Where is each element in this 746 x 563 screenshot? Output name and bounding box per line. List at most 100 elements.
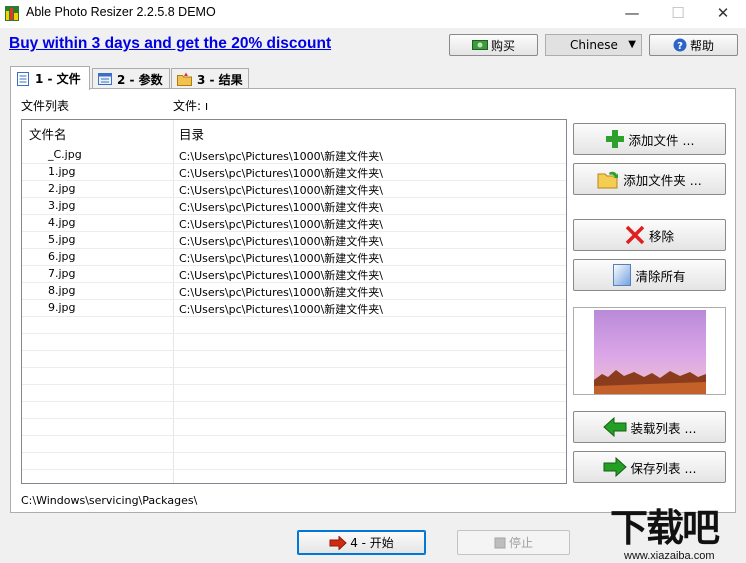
file-count-label: 文件: ı: [173, 99, 209, 113]
empty-list-row: [22, 470, 566, 483]
blank-page-icon: [613, 264, 632, 286]
directory-cell: C:\Users\pc\Pictures\1000\新建文件夹\: [179, 218, 384, 231]
watermark: 下载吧 www.xiazaiba.com: [610, 505, 746, 563]
help-icon: ?: [673, 38, 687, 52]
document-list-icon: [17, 71, 29, 86]
buy-button[interactable]: 购买: [449, 34, 538, 56]
clear-all-button[interactable]: 清除所有: [573, 259, 726, 291]
start-label: 4 - 开始: [350, 536, 394, 550]
empty-list-row: [22, 351, 566, 368]
file-name-cell: _C.jpg: [48, 148, 82, 161]
add-folder-label: 添加文件夹 ...: [623, 172, 702, 188]
list-item[interactable]: 6.jpg C:\Users\pc\Pictures\1000\新建文件夹\: [22, 249, 566, 266]
status-path: C:\Windows\servicing\Packages\: [21, 494, 198, 507]
list-item[interactable]: 9.jpg C:\Users\pc\Pictures\1000\新建文件夹\: [22, 300, 566, 317]
empty-list-row: [22, 334, 566, 351]
add-folder-button[interactable]: 添加文件夹 ...: [573, 163, 726, 195]
clear-all-label: 清除所有: [635, 268, 686, 284]
file-name-cell: 1.jpg: [48, 165, 76, 178]
list-item[interactable]: 2.jpg C:\Users\pc\Pictures\1000\新建文件夹\: [22, 181, 566, 198]
list-header: 文件名 目录: [22, 120, 566, 143]
directory-cell: C:\Users\pc\Pictures\1000\新建文件夹\: [179, 184, 384, 197]
tab-parameters-label: 2 - 参数: [117, 72, 163, 87]
empty-list-row: [22, 402, 566, 419]
file-list-label: 文件列表: [21, 99, 70, 113]
save-list-label: 保存列表 ...: [630, 460, 697, 476]
folder-add-icon: [597, 171, 619, 189]
empty-list-row: [22, 436, 566, 453]
window-title: Able Photo Resizer 2.2.5.8 DEMO: [26, 5, 216, 19]
start-button[interactable]: 4 - 开始: [297, 530, 426, 555]
close-button[interactable]: ✕: [700, 0, 746, 28]
remove-label: 移除: [648, 228, 674, 244]
file-list[interactable]: 文件名 目录 _C.jpg C:\Users\pc\Pictures\1000\新…: [21, 119, 567, 484]
tab-files[interactable]: 1 - 文件: [10, 66, 90, 90]
maximize-button[interactable]: ☐: [655, 0, 701, 28]
preview-thumbnail: [594, 310, 706, 394]
file-name-cell: 3.jpg: [48, 199, 76, 212]
empty-list-row: [22, 453, 566, 470]
arrow-right-icon: [329, 535, 347, 550]
column-header-filename[interactable]: 文件名: [29, 124, 67, 143]
language-value: Chinese: [570, 38, 618, 52]
plus-icon: [605, 130, 624, 148]
arrow-left-icon: [602, 417, 627, 437]
list-item[interactable]: 4.jpg C:\Users\pc\Pictures\1000\新建文件夹\: [22, 215, 566, 232]
directory-cell: C:\Users\pc\Pictures\1000\新建文件夹\: [179, 252, 384, 265]
directory-cell: C:\Users\pc\Pictures\1000\新建文件夹\: [179, 269, 384, 282]
image-preview: [573, 307, 726, 395]
remove-button[interactable]: 移除: [573, 219, 726, 251]
file-name-cell: 7.jpg: [48, 267, 76, 280]
empty-list-row: [22, 368, 566, 385]
stop-label: 停止: [508, 536, 533, 550]
empty-list-row: [22, 419, 566, 436]
empty-list-row: [22, 385, 566, 402]
discount-link[interactable]: Buy within 3 days and get the 20% discou…: [9, 35, 331, 53]
column-header-directory[interactable]: 目录: [179, 124, 204, 143]
list-item[interactable]: 5.jpg C:\Users\pc\Pictures\1000\新建文件夹\: [22, 232, 566, 249]
tab-results-label: 3 - 结果: [197, 72, 243, 87]
directory-cell: C:\Users\pc\Pictures\1000\新建文件夹\: [179, 286, 384, 299]
directory-cell: C:\Users\pc\Pictures\1000\新建文件夹\: [179, 167, 384, 180]
save-list-button[interactable]: 保存列表 ...: [573, 451, 726, 483]
title-bar: Able Photo Resizer 2.2.5.8 DEMO — ☐ ✕: [0, 0, 746, 28]
language-select[interactable]: Chinese ▼: [545, 34, 642, 56]
stop-button[interactable]: 停止: [457, 530, 570, 555]
stop-icon: [494, 537, 506, 548]
tab-files-label: 1 - 文件: [35, 72, 81, 86]
directory-cell: C:\Users\pc\Pictures\1000\新建文件夹\: [179, 150, 384, 163]
chevron-down-icon: ▼: [628, 39, 636, 50]
add-files-button[interactable]: 添加文件 ...: [573, 123, 726, 155]
watermark-logo-text: 下载吧: [610, 506, 720, 550]
directory-cell: C:\Users\pc\Pictures\1000\新建文件夹\: [179, 201, 384, 214]
directory-cell: C:\Users\pc\Pictures\1000\新建文件夹\: [179, 235, 384, 248]
empty-list-row: [22, 317, 566, 334]
help-button[interactable]: ? 帮助: [649, 34, 738, 56]
parameters-icon: [98, 73, 112, 85]
list-item[interactable]: 3.jpg C:\Users\pc\Pictures\1000\新建文件夹\: [22, 198, 566, 215]
minimize-button[interactable]: —: [609, 0, 655, 28]
help-button-label: 帮助: [689, 38, 714, 53]
file-name-cell: 6.jpg: [48, 250, 76, 263]
load-list-button[interactable]: 装载列表 ...: [573, 411, 726, 443]
directory-cell: C:\Users\pc\Pictures\1000\新建文件夹\: [179, 303, 384, 316]
money-icon: [471, 40, 488, 50]
file-name-cell: 9.jpg: [48, 301, 76, 314]
list-item[interactable]: _C.jpg C:\Users\pc\Pictures\1000\新建文件夹\: [22, 147, 566, 164]
remove-x-icon: [625, 225, 645, 245]
svg-text:?: ?: [677, 41, 683, 52]
arrow-right-icon: [603, 457, 627, 477]
results-icon: [177, 72, 192, 86]
file-name-cell: 4.jpg: [48, 216, 76, 229]
app-icon: [5, 6, 19, 21]
add-files-label: 添加文件 ...: [628, 132, 695, 148]
list-item[interactable]: 8.jpg C:\Users\pc\Pictures\1000\新建文件夹\: [22, 283, 566, 300]
tab-results[interactable]: 3 - 结果: [171, 68, 249, 89]
load-list-label: 装载列表 ...: [630, 420, 697, 436]
file-name-cell: 2.jpg: [48, 182, 76, 195]
tab-parameters[interactable]: 2 - 参数: [92, 68, 170, 89]
buy-button-label: 购买: [490, 38, 515, 53]
list-item[interactable]: 7.jpg C:\Users\pc\Pictures\1000\新建文件夹\: [22, 266, 566, 283]
list-item[interactable]: 1.jpg C:\Users\pc\Pictures\1000\新建文件夹\: [22, 164, 566, 181]
file-name-cell: 8.jpg: [48, 284, 76, 297]
